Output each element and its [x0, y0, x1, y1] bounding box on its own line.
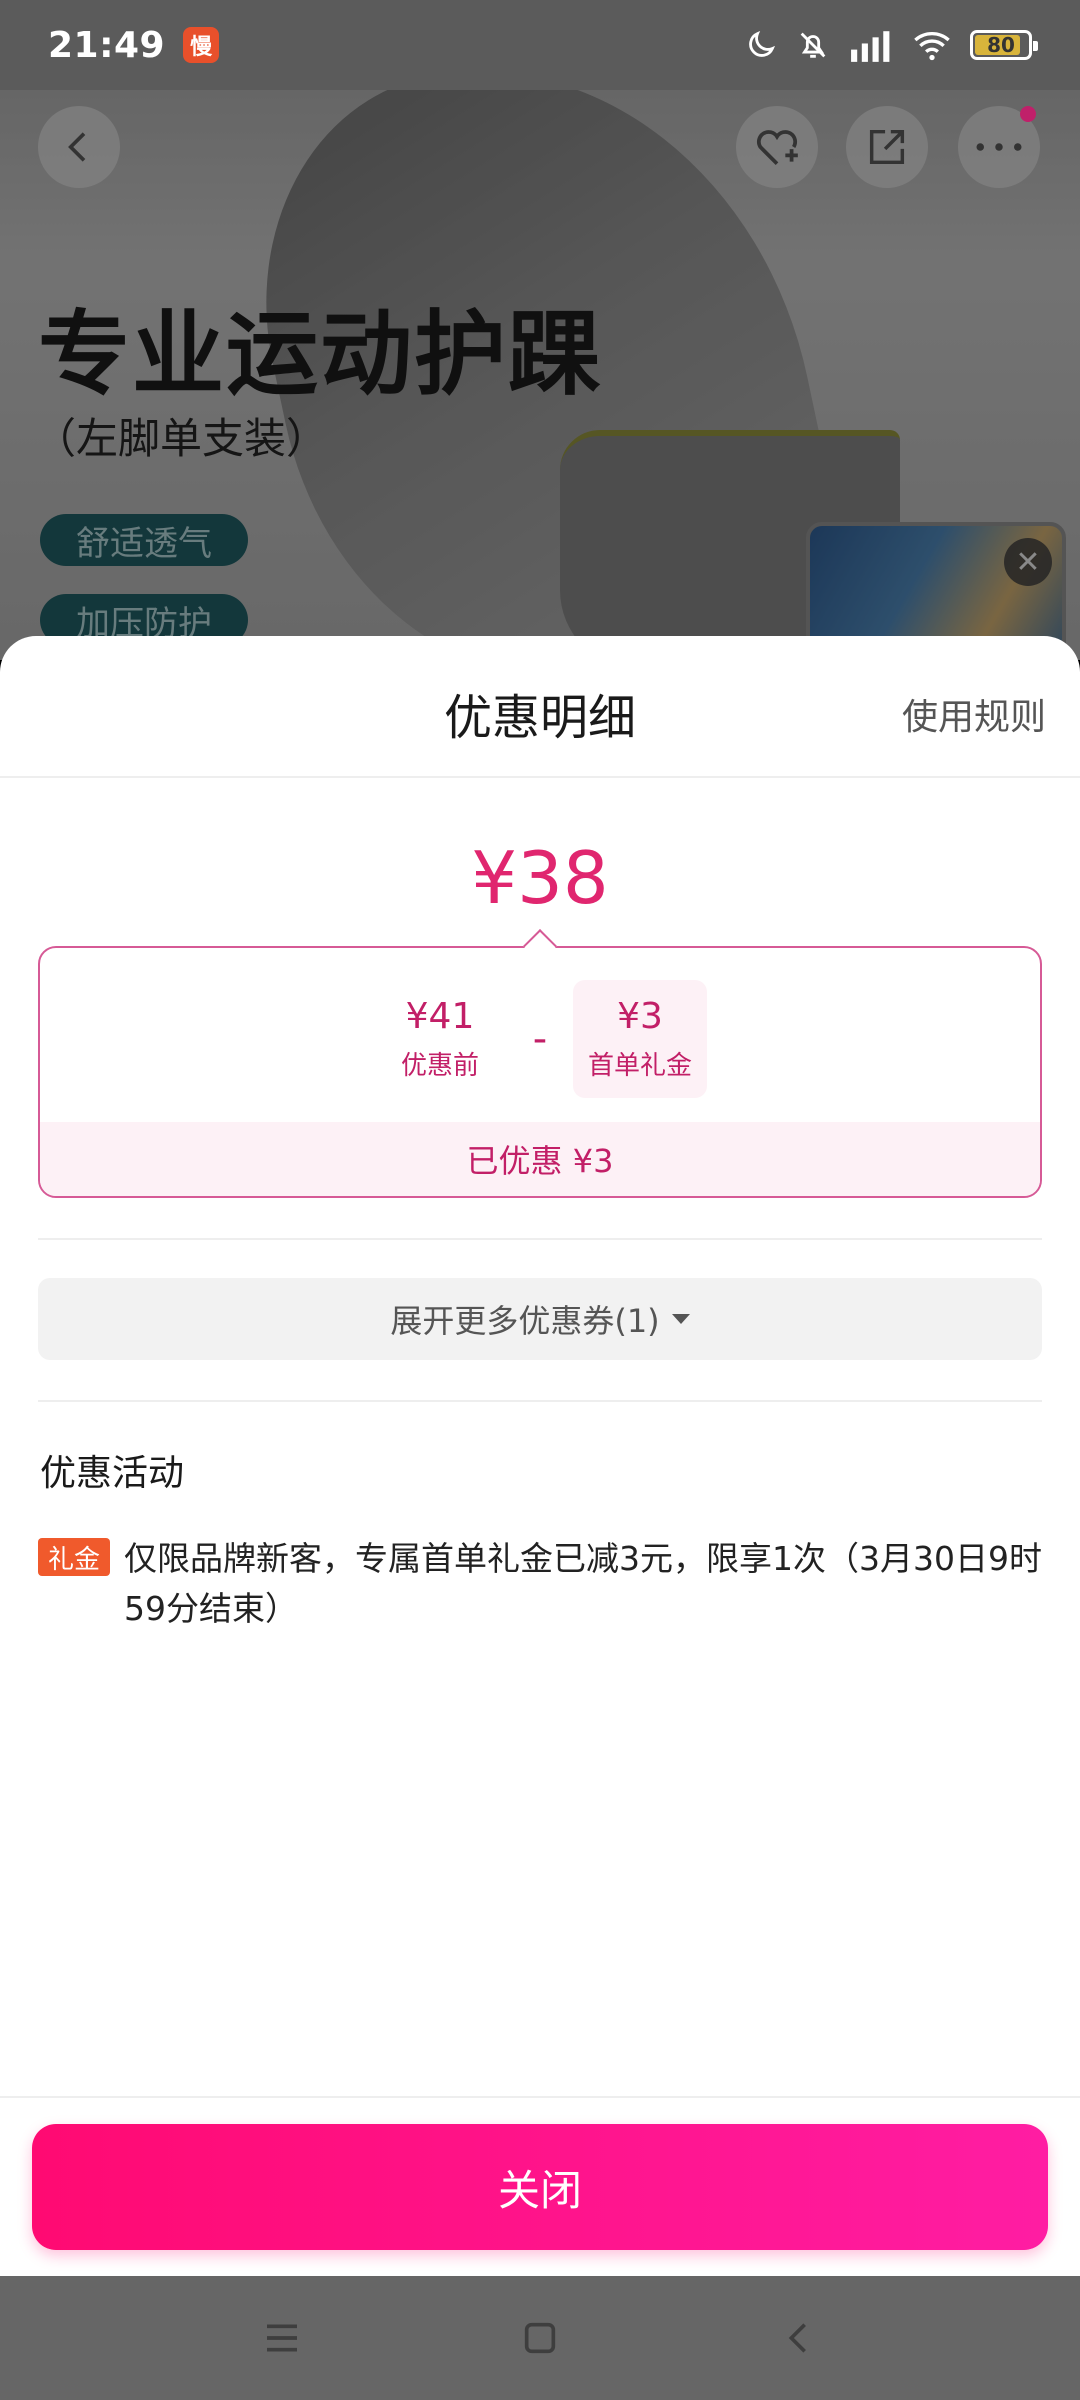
- rules-link[interactable]: 使用规则: [902, 688, 1046, 740]
- share-icon: [869, 129, 905, 165]
- activity-section-title: 优惠活动: [40, 1453, 185, 1494]
- overlay-dim[interactable]: [0, 0, 1080, 660]
- wifi-icon: [914, 32, 950, 61]
- status-bar: 21:49 慢 80: [0, 0, 1080, 90]
- battery-level: 80: [987, 33, 1015, 57]
- saved-amount: 已优惠 ¥3: [40, 1122, 1040, 1196]
- favorite-button[interactable]: [736, 106, 818, 188]
- gift-label: 首单礼金: [587, 1051, 692, 1081]
- close-button[interactable]: 关闭: [32, 2124, 1048, 2250]
- gift-badge: 礼金: [38, 1538, 111, 1576]
- app-notification-icon: 慢: [183, 27, 220, 63]
- menu-nav-button[interactable]: [258, 2314, 306, 2362]
- promo-description: 仅限品牌新客，专属首单礼金已减3元，限享1次（3月30日9时59分结束）: [124, 1539, 1042, 1628]
- expand-coupons-label: 展开更多优惠券(1): [390, 1302, 660, 1340]
- expand-coupons-button[interactable]: 展开更多优惠券(1): [38, 1278, 1042, 1360]
- heart-plus-icon: [756, 130, 798, 165]
- product-background: 专业运动护踝 （左脚单支装） 舒适透气 加压防护 ✕: [0, 0, 1080, 660]
- status-time: 21:49: [48, 24, 166, 66]
- first-order-gift-item: ¥3 首单礼金: [573, 980, 707, 1098]
- back-button[interactable]: [38, 106, 120, 188]
- gift-value: ¥3: [617, 996, 663, 1037]
- original-price-item: ¥41 优惠前: [373, 980, 507, 1098]
- chevron-left-icon: [68, 132, 86, 162]
- moon-icon: [749, 30, 776, 57]
- back-triangle-icon: [788, 2323, 806, 2353]
- original-price-label: 优惠前: [400, 1051, 479, 1081]
- discount-detail-sheet: 优惠明细 使用规则 ¥38 ¥41 优惠前 - ¥3 首单礼金 已优惠 ¥3 展…: [0, 636, 1080, 2276]
- system-nav-bar: [0, 2276, 1080, 2400]
- final-price: ¥38: [471, 836, 609, 920]
- menu-icon: [267, 2324, 297, 2352]
- mute-bell-icon: [800, 32, 826, 58]
- more-dots-icon: [976, 143, 1022, 151]
- sheet-header: 优惠明细 使用规则: [0, 636, 1080, 778]
- signal-icon: [851, 31, 890, 62]
- battery-icon: 80: [970, 30, 1038, 60]
- notification-dot: [1020, 106, 1036, 122]
- original-price-value: ¥41: [405, 996, 475, 1037]
- more-button[interactable]: [958, 106, 1040, 188]
- footer-divider: [0, 2096, 1080, 2098]
- minus-operator: -: [532, 1016, 548, 1062]
- home-nav-button[interactable]: [516, 2314, 564, 2362]
- home-square-icon: [524, 2322, 556, 2354]
- back-nav-button[interactable]: [774, 2314, 822, 2362]
- price-calculation-box: ¥41 优惠前 - ¥3 首单礼金 已优惠 ¥3: [38, 946, 1042, 1198]
- divider: [38, 1400, 1042, 1402]
- share-button[interactable]: [846, 106, 928, 188]
- divider: [38, 1238, 1042, 1240]
- caret-down-icon: [671, 1314, 690, 1324]
- promo-item: 礼金 仅限品牌新客，专属首单礼金已减3元，限享1次（3月30日9时59分结束）: [38, 1534, 1042, 1634]
